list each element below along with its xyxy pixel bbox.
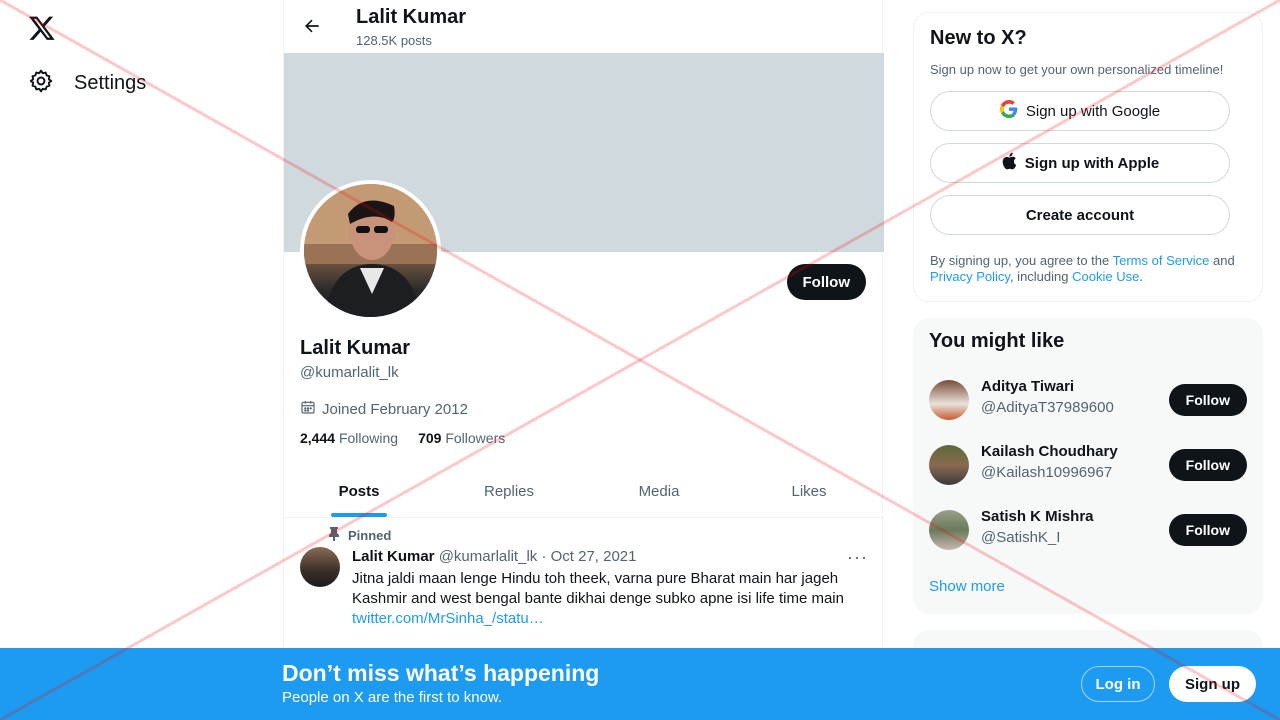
profile-header: Lalit Kumar 128.5K posts — [284, 0, 884, 53]
tab-posts[interactable]: Posts — [284, 465, 434, 517]
terms-text: By signing up, you agree to the — [930, 253, 1113, 268]
google-icon — [999, 100, 1018, 122]
tab-likes[interactable]: Likes — [734, 465, 884, 517]
following-count: 2,444 — [300, 430, 336, 446]
apple-icon — [1001, 152, 1017, 174]
profile-avatar[interactable] — [300, 180, 441, 321]
followers-count: 709 — [418, 430, 442, 446]
terms-text: . — [1139, 269, 1143, 284]
follow-button[interactable]: Follow — [786, 264, 866, 300]
signup-subtitle: Sign up now to get your own personalized… — [930, 62, 1224, 77]
pinned-indicator: Pinned — [328, 527, 391, 544]
post-text-line: Kashmir and west bengal bante dikhai den… — [352, 590, 844, 607]
avatar[interactable] — [929, 510, 969, 550]
post-link[interactable]: twitter.com/MrSinha_/statu… — [352, 609, 872, 629]
post-author[interactable]: Lalit Kumar — [352, 548, 435, 565]
google-signup-label: Sign up with Google — [1025, 102, 1161, 120]
apple-signup-label: Sign up with Apple — [1024, 154, 1160, 172]
terms-text: and — [1209, 253, 1235, 268]
joined-text: Joined February 2012 — [322, 400, 468, 418]
avatar[interactable] — [929, 380, 969, 420]
suggestion-follow-button[interactable]: Follow — [1168, 514, 1247, 546]
suggestion-follow-button[interactable]: Follow — [1168, 384, 1247, 416]
avatar[interactable] — [929, 445, 969, 485]
pin-icon — [328, 527, 340, 544]
nav-settings-label: Settings — [74, 72, 147, 94]
terms-text: , including — [1009, 269, 1073, 284]
suggestion-follow-button[interactable]: Follow — [1168, 449, 1247, 481]
signup-terms: By signing up, you agree to the Terms of… — [930, 253, 1246, 285]
left-nav: Settings — [0, 0, 283, 720]
banner-title: Don’t miss what’s happening — [282, 660, 600, 686]
suggestion-handle: @SatishK_I — [981, 529, 1061, 546]
signup-title: New to X? — [930, 27, 1027, 49]
signup-button[interactable]: Sign up — [1169, 666, 1256, 702]
header-name: Lalit Kumar — [356, 6, 467, 28]
suggestion-item[interactable]: Satish K Mishra @SatishK_I Follow — [929, 502, 1247, 558]
calendar-icon — [300, 399, 316, 419]
terms-of-service-link[interactable]: Terms of Service — [1113, 253, 1210, 268]
show-more-link[interactable]: Show more — [929, 578, 1005, 595]
post-text-line: Jitna jaldi maan lenge Hindu toh theek, … — [352, 570, 839, 587]
cookie-use-link[interactable]: Cookie Use — [1072, 269, 1139, 284]
post-meta: @kumarlalit_lk · Oct 27, 2021 — [438, 548, 637, 565]
tab-media[interactable]: Media — [584, 465, 734, 517]
suggestion-handle: @AdityaT37989600 — [981, 399, 1114, 416]
apple-signup-button[interactable]: Sign up with Apple — [930, 143, 1230, 183]
suggestion-name: Kailash Choudhary — [981, 443, 1118, 460]
privacy-policy-link[interactable]: Privacy Policy — [930, 269, 1010, 284]
suggestion-item[interactable]: Aditya Tiwari @AdityaT37989600 Follow — [929, 372, 1247, 428]
x-logo-icon[interactable] — [28, 14, 56, 42]
tab-replies[interactable]: Replies — [434, 465, 584, 517]
joined-date: Joined February 2012 — [300, 399, 468, 419]
post-header: Lalit Kumar @kumarlalit_lk · Oct 27, 202… — [352, 548, 637, 565]
profile-handle: @kumarlalit_lk — [300, 364, 399, 381]
google-signup-button[interactable]: Sign up with Google — [930, 91, 1230, 131]
post-text: Jitna jaldi maan lenge Hindu toh theek, … — [352, 569, 872, 629]
banner-subtitle: People on X are the first to know. — [282, 689, 503, 706]
suggestion-item[interactable]: Kailash Choudhary @Kailash10996967 Follo… — [929, 437, 1247, 493]
header-posts-count: 128.5K posts — [356, 33, 432, 48]
following-link[interactable]: 2,444 Following — [300, 430, 398, 446]
followers-label: Followers — [445, 430, 506, 446]
login-button[interactable]: Log in — [1081, 666, 1155, 702]
suggestion-handle: @Kailash10996967 — [981, 464, 1113, 481]
pinned-label: Pinned — [348, 528, 392, 543]
suggestion-name: Satish K Mishra — [981, 508, 1094, 525]
post-avatar[interactable] — [300, 547, 340, 587]
signup-card: New to X? Sign up now to get your own pe… — [913, 12, 1263, 302]
suggestion-name: Aditya Tiwari — [981, 378, 1075, 395]
suggestions-title: You might like — [929, 330, 1065, 352]
profile-name: Lalit Kumar — [300, 337, 411, 359]
pinned-post[interactable]: Pinned Lalit Kumar @kumarlalit_lk · Oct … — [284, 519, 884, 649]
more-options-icon[interactable]: ··· — [847, 547, 868, 568]
suggestions-card: You might like Aditya Tiwari @AdityaT379… — [913, 318, 1263, 614]
following-label: Following — [338, 430, 399, 446]
signup-banner: Don’t miss what’s happening People on X … — [0, 648, 1280, 720]
avatar-image — [304, 184, 437, 317]
gear-icon — [28, 68, 54, 99]
profile-tabs: Posts Replies Media Likes — [284, 465, 884, 518]
profile-column: Lalit Kumar 128.5K posts Follow Lalit Ku… — [283, 0, 884, 720]
create-account-button[interactable]: Create account — [930, 195, 1230, 235]
followers-link[interactable]: 709 Followers — [418, 430, 505, 446]
nav-settings[interactable]: Settings — [28, 68, 146, 99]
back-arrow-icon[interactable] — [298, 12, 326, 40]
follow-stats: 2,444 Following 709 Followers — [300, 430, 505, 446]
